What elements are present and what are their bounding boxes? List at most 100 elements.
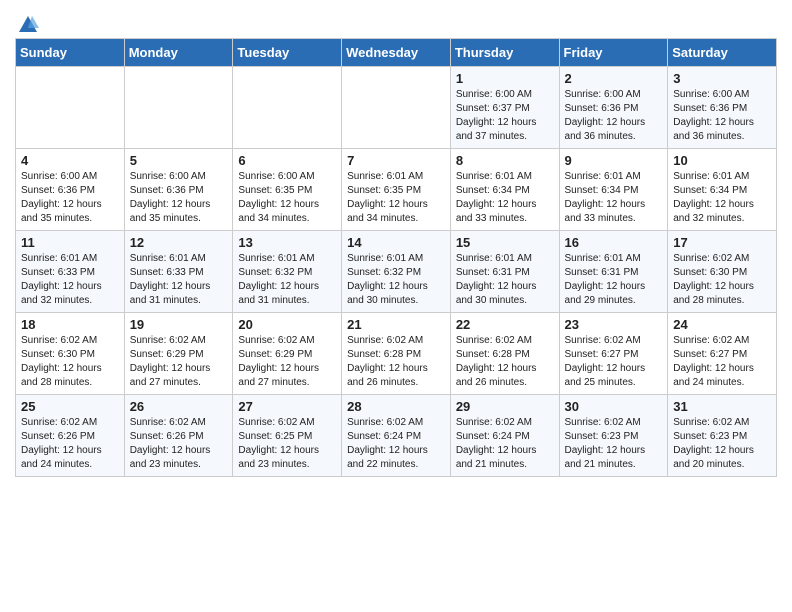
day-number: 22 (456, 317, 554, 332)
logo-icon (17, 14, 39, 36)
day-info: Sunrise: 6:02 AM Sunset: 6:28 PM Dayligh… (456, 334, 554, 390)
day-info: Sunrise: 6:01 AM Sunset: 6:34 PM Dayligh… (673, 170, 771, 226)
calendar-cell: 8Sunrise: 6:01 AM Sunset: 6:34 PM Daylig… (450, 149, 559, 231)
day-number: 7 (347, 153, 445, 168)
calendar-cell: 12 Sunrise: 6:01 AM Sunset: 6:33 PM Dayli… (124, 231, 233, 313)
calendar-cell: 15 Sunrise: 6:01 AM Sunset: 6:31 PM Dayli… (450, 231, 559, 313)
day-number: 28 (347, 399, 445, 414)
day-number: 1 (456, 71, 554, 86)
day-info: Sunrise: 6:02 AM Sunset: 6:29 PM Dayligh… (130, 334, 228, 390)
day-number: 17 (673, 235, 771, 250)
day-info: Sunrise: 6:01 AM Sunset: 6:32 PM Dayligh… (347, 252, 445, 308)
calendar-header: SundayMondayTuesdayWednesdayThursdayFrid… (16, 39, 777, 67)
calendar-cell: 30 Sunrise: 6:02 AM Sunset: 6:23 PM Dayli… (559, 395, 668, 477)
calendar-cell: 10 Sunrise: 6:01 AM Sunset: 6:34 PM Dayli… (668, 149, 777, 231)
day-info: Sunrise: 6:02 AM Sunset: 6:30 PM Dayligh… (673, 252, 771, 308)
logo (15, 14, 39, 32)
day-info: Sunrise: 6:02 AM Sunset: 6:25 PM Dayligh… (238, 416, 336, 472)
day-info: Sunrise: 6:02 AM Sunset: 6:26 PM Dayligh… (130, 416, 228, 472)
day-info: Sunrise: 6:00 AM Sunset: 6:35 PM Dayligh… (238, 170, 336, 226)
day-number: 4 (21, 153, 119, 168)
calendar-table: SundayMondayTuesdayWednesdayThursdayFrid… (15, 38, 777, 477)
calendar-cell: 29 Sunrise: 6:02 AM Sunset: 6:24 PM Dayli… (450, 395, 559, 477)
day-info: Sunrise: 6:00 AM Sunset: 6:37 PM Dayligh… (456, 88, 554, 144)
calendar-cell: 17 Sunrise: 6:02 AM Sunset: 6:30 PM Dayli… (668, 231, 777, 313)
weekday-header-sunday: Sunday (16, 39, 125, 67)
calendar-cell (124, 67, 233, 149)
calendar-cell: 9Sunrise: 6:01 AM Sunset: 6:34 PM Daylig… (559, 149, 668, 231)
day-number: 10 (673, 153, 771, 168)
calendar-cell: 1 Sunrise: 6:00 AM Sunset: 6:37 PM Daylig… (450, 67, 559, 149)
day-number: 27 (238, 399, 336, 414)
calendar-cell: 16Sunrise: 6:01 AM Sunset: 6:31 PM Dayli… (559, 231, 668, 313)
day-number: 9 (565, 153, 663, 168)
page-header (15, 10, 777, 32)
day-number: 26 (130, 399, 228, 414)
day-number: 18 (21, 317, 119, 332)
calendar-cell: 13 Sunrise: 6:01 AM Sunset: 6:32 PM Dayli… (233, 231, 342, 313)
day-number: 8 (456, 153, 554, 168)
day-number: 3 (673, 71, 771, 86)
calendar-cell: 18 Sunrise: 6:02 AM Sunset: 6:30 PM Dayli… (16, 313, 125, 395)
calendar-cell: 3 Sunrise: 6:00 AM Sunset: 6:36 PM Daylig… (668, 67, 777, 149)
day-number: 13 (238, 235, 336, 250)
day-info: Sunrise: 6:02 AM Sunset: 6:24 PM Dayligh… (347, 416, 445, 472)
day-info: Sunrise: 6:02 AM Sunset: 6:23 PM Dayligh… (565, 416, 663, 472)
calendar-cell: 31Sunrise: 6:02 AM Sunset: 6:23 PM Dayli… (668, 395, 777, 477)
day-info: Sunrise: 6:02 AM Sunset: 6:29 PM Dayligh… (238, 334, 336, 390)
day-number: 29 (456, 399, 554, 414)
day-info: Sunrise: 6:02 AM Sunset: 6:26 PM Dayligh… (21, 416, 119, 472)
day-info: Sunrise: 6:02 AM Sunset: 6:27 PM Dayligh… (565, 334, 663, 390)
day-number: 14 (347, 235, 445, 250)
day-number: 2 (565, 71, 663, 86)
day-number: 19 (130, 317, 228, 332)
day-number: 15 (456, 235, 554, 250)
day-info: Sunrise: 6:02 AM Sunset: 6:24 PM Dayligh… (456, 416, 554, 472)
day-info: Sunrise: 6:00 AM Sunset: 6:36 PM Dayligh… (21, 170, 119, 226)
calendar-cell: 22 Sunrise: 6:02 AM Sunset: 6:28 PM Dayli… (450, 313, 559, 395)
calendar-cell: 28 Sunrise: 6:02 AM Sunset: 6:24 PM Dayli… (342, 395, 451, 477)
weekday-header-friday: Friday (559, 39, 668, 67)
day-number: 31 (673, 399, 771, 414)
calendar-cell: 25 Sunrise: 6:02 AM Sunset: 6:26 PM Dayli… (16, 395, 125, 477)
calendar-cell: 2 Sunrise: 6:00 AM Sunset: 6:36 PM Daylig… (559, 67, 668, 149)
day-number: 6 (238, 153, 336, 168)
day-info: Sunrise: 6:00 AM Sunset: 6:36 PM Dayligh… (673, 88, 771, 144)
calendar-cell: 11 Sunrise: 6:01 AM Sunset: 6:33 PM Dayli… (16, 231, 125, 313)
calendar-cell: 21Sunrise: 6:02 AM Sunset: 6:28 PM Dayli… (342, 313, 451, 395)
day-number: 23 (565, 317, 663, 332)
calendar-cell: 6 Sunrise: 6:00 AM Sunset: 6:35 PM Daylig… (233, 149, 342, 231)
day-info: Sunrise: 6:02 AM Sunset: 6:27 PM Dayligh… (673, 334, 771, 390)
calendar-cell: 20 Sunrise: 6:02 AM Sunset: 6:29 PM Dayli… (233, 313, 342, 395)
day-number: 11 (21, 235, 119, 250)
day-number: 21 (347, 317, 445, 332)
day-number: 12 (130, 235, 228, 250)
calendar-cell: 27 Sunrise: 6:02 AM Sunset: 6:25 PM Dayli… (233, 395, 342, 477)
weekday-header-monday: Monday (124, 39, 233, 67)
weekday-header-wednesday: Wednesday (342, 39, 451, 67)
calendar-cell: 26 Sunrise: 6:02 AM Sunset: 6:26 PM Dayli… (124, 395, 233, 477)
day-number: 30 (565, 399, 663, 414)
weekday-header-thursday: Thursday (450, 39, 559, 67)
day-number: 24 (673, 317, 771, 332)
day-info: Sunrise: 6:01 AM Sunset: 6:31 PM Dayligh… (565, 252, 663, 308)
day-number: 20 (238, 317, 336, 332)
day-info: Sunrise: 6:00 AM Sunset: 6:36 PM Dayligh… (130, 170, 228, 226)
calendar-cell: 23 Sunrise: 6:02 AM Sunset: 6:27 PM Dayli… (559, 313, 668, 395)
calendar-cell: 19 Sunrise: 6:02 AM Sunset: 6:29 PM Dayli… (124, 313, 233, 395)
day-info: Sunrise: 6:01 AM Sunset: 6:33 PM Dayligh… (21, 252, 119, 308)
day-info: Sunrise: 6:01 AM Sunset: 6:32 PM Dayligh… (238, 252, 336, 308)
day-info: Sunrise: 6:02 AM Sunset: 6:30 PM Dayligh… (21, 334, 119, 390)
calendar-cell: 4 Sunrise: 6:00 AM Sunset: 6:36 PM Daylig… (16, 149, 125, 231)
weekday-header-tuesday: Tuesday (233, 39, 342, 67)
day-info: Sunrise: 6:01 AM Sunset: 6:33 PM Dayligh… (130, 252, 228, 308)
day-info: Sunrise: 6:01 AM Sunset: 6:31 PM Dayligh… (456, 252, 554, 308)
calendar-cell (233, 67, 342, 149)
day-number: 5 (130, 153, 228, 168)
calendar-cell (16, 67, 125, 149)
calendar-cell (342, 67, 451, 149)
day-info: Sunrise: 6:00 AM Sunset: 6:36 PM Dayligh… (565, 88, 663, 144)
day-info: Sunrise: 6:01 AM Sunset: 6:35 PM Dayligh… (347, 170, 445, 226)
weekday-header-saturday: Saturday (668, 39, 777, 67)
day-number: 25 (21, 399, 119, 414)
